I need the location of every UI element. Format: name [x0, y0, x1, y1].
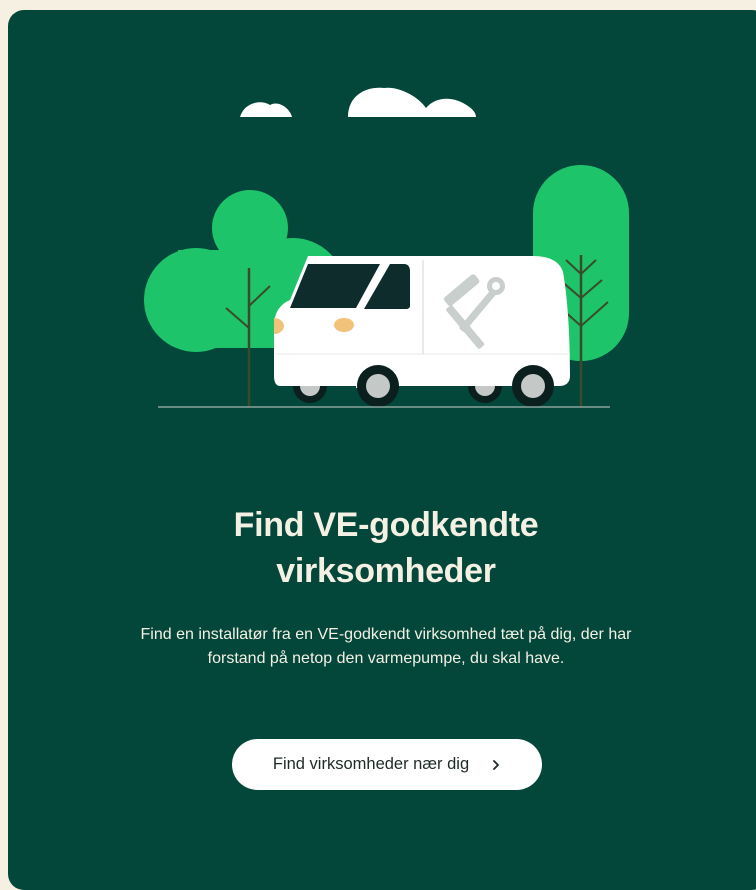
description-text: Find en installatør fra en VE-godkendt v… [140, 626, 632, 667]
van-wheel-rear [512, 365, 554, 407]
headline: Find VE-godkendte virksomheder [8, 502, 756, 594]
van [274, 256, 570, 407]
van-headlight [334, 318, 354, 332]
headline-line-2: virksomheder [276, 552, 496, 590]
cloud-right [348, 87, 476, 117]
find-companies-button-label: Find virksomheder nær dig [272, 755, 470, 773]
promo-card: Find VE-godkendte virksomheder Find en i… [8, 10, 756, 890]
chevron-right-icon [491, 759, 501, 771]
headline-line-1: Find VE-godkendte [233, 506, 539, 544]
cloud-left [240, 102, 292, 117]
find-companies-button[interactable]: Find virksomheder nær dig [232, 739, 542, 790]
service-van-illustration [144, 87, 629, 408]
